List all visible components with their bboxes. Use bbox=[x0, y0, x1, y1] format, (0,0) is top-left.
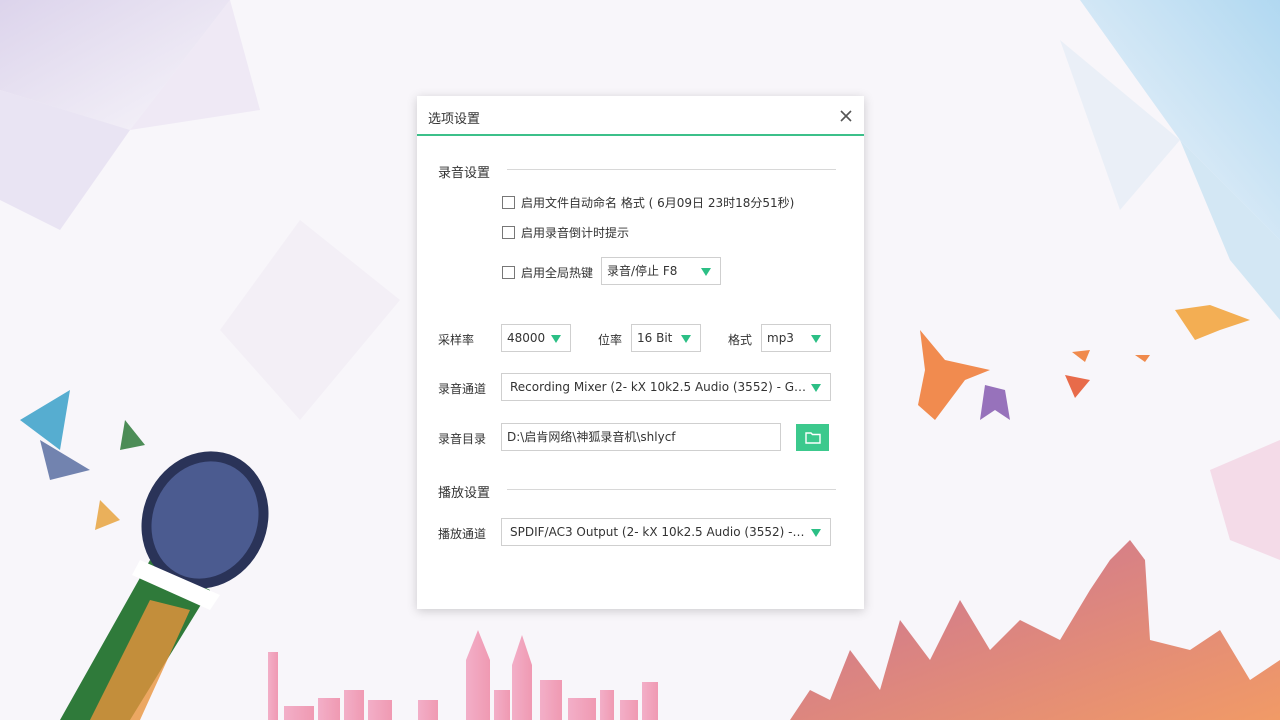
playback-section-title: 播放设置 bbox=[438, 486, 491, 501]
record-channel-label: 录音通道 bbox=[438, 382, 487, 396]
hotkey-value: 录音/停止 F8 bbox=[607, 264, 678, 278]
chevron-down-icon bbox=[551, 335, 561, 343]
record-dir-label: 录音目录 bbox=[438, 432, 487, 446]
playback-channel-label: 播放通道 bbox=[438, 527, 487, 541]
browse-folder-button[interactable] bbox=[796, 424, 829, 451]
hotkey-select[interactable]: 录音/停止 F8 bbox=[601, 257, 721, 285]
dialog-titlebar: 选项设置 bbox=[417, 96, 864, 136]
sample-rate-label: 采样率 bbox=[438, 333, 475, 347]
auto-name-label: 启用文件自动命名 格式 ( 6月09日 23时18分51秒) bbox=[521, 196, 795, 210]
options-dialog: 选项设置 录音设置 启用文件自动命名 格式 ( 6月09日 23时18分51秒)… bbox=[417, 96, 864, 609]
record-channel-select[interactable]: Recording Mixer (2- kX 10k2.5 Audio (355… bbox=[501, 373, 831, 401]
dialog-title: 选项设置 bbox=[428, 112, 481, 127]
section-divider bbox=[507, 169, 836, 170]
format-select[interactable]: mp3 bbox=[761, 324, 831, 352]
record-channel-value: Recording Mixer (2- kX 10k2.5 Audio (355… bbox=[510, 380, 807, 394]
auto-name-option[interactable]: 启用文件自动命名 格式 ( 6月09日 23时18分51秒) bbox=[502, 194, 794, 211]
close-button[interactable] bbox=[836, 106, 856, 126]
close-icon bbox=[840, 110, 852, 122]
chevron-down-icon bbox=[811, 529, 821, 537]
folder-icon bbox=[804, 432, 821, 444]
auto-name-checkbox[interactable] bbox=[502, 196, 515, 209]
bit-depth-label: 位率 bbox=[598, 333, 623, 347]
chevron-down-icon bbox=[681, 335, 691, 343]
bit-depth-value: 16 Bit bbox=[637, 331, 673, 345]
recording-section-title: 录音设置 bbox=[438, 166, 491, 181]
bit-depth-select[interactable]: 16 Bit bbox=[631, 324, 701, 352]
chevron-down-icon bbox=[811, 335, 821, 343]
section-divider bbox=[507, 489, 836, 490]
sample-rate-value: 48000 bbox=[507, 331, 546, 345]
playback-channel-select[interactable]: SPDIF/AC3 Output (2- kX 10k2.5 Audio (35… bbox=[501, 518, 831, 546]
chevron-down-icon bbox=[811, 384, 821, 392]
format-label: 格式 bbox=[728, 333, 753, 347]
countdown-label: 启用录音倒计时提示 bbox=[521, 226, 630, 240]
countdown-checkbox[interactable] bbox=[502, 226, 515, 239]
hotkey-option[interactable]: 启用全局热键 bbox=[502, 264, 593, 281]
record-dir-input[interactable]: D:\启肯网络\神狐录音机\shlycf bbox=[501, 423, 781, 451]
format-value: mp3 bbox=[767, 331, 794, 345]
countdown-option[interactable]: 启用录音倒计时提示 bbox=[502, 224, 629, 241]
hotkey-label: 启用全局热键 bbox=[521, 266, 594, 280]
playback-channel-value: SPDIF/AC3 Output (2- kX 10k2.5 Audio (35… bbox=[510, 525, 807, 539]
hotkey-checkbox[interactable] bbox=[502, 266, 515, 279]
sample-rate-select[interactable]: 48000 bbox=[501, 324, 571, 352]
chevron-down-icon bbox=[701, 268, 711, 276]
